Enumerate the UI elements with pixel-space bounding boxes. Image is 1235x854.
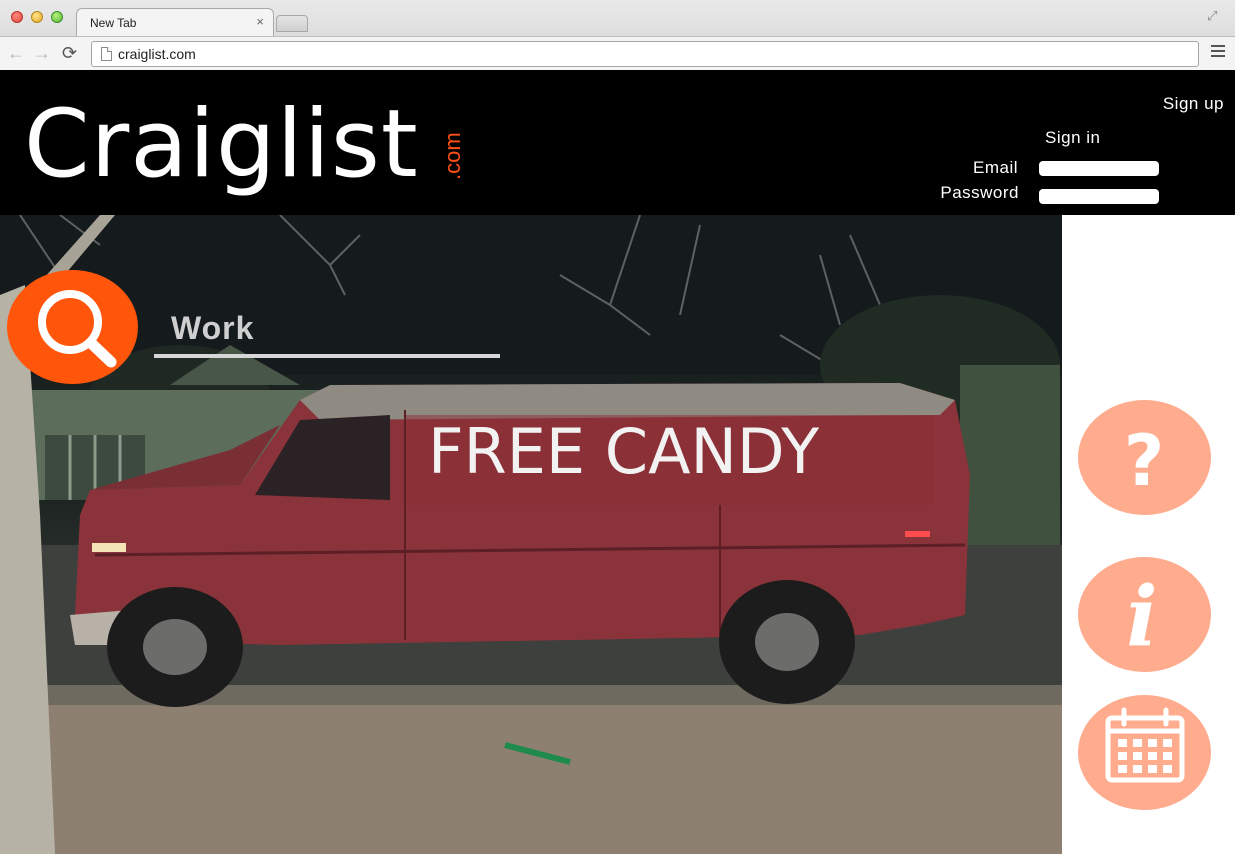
zoom-window-button[interactable]	[51, 11, 63, 23]
menu-icon[interactable]	[1211, 45, 1225, 57]
fullscreen-icon[interactable]: ⤢	[1207, 8, 1223, 24]
forward-icon[interactable]: →	[33, 42, 51, 64]
help-button[interactable]: ?	[1078, 400, 1211, 515]
info-glyph: i	[1126, 569, 1157, 665]
minimize-window-button[interactable]	[31, 11, 43, 23]
info-icon: i	[1126, 569, 1157, 665]
search-query[interactable]: Work	[171, 310, 254, 347]
site-header: Craiglist .com Sign up Sign in Email Pas…	[0, 70, 1235, 215]
calendar-icon	[1105, 707, 1185, 783]
tab-title: New Tab	[90, 16, 137, 30]
help-icon: ?	[1124, 420, 1165, 502]
sign-up-link[interactable]: Sign up	[1163, 94, 1224, 114]
site-logo[interactable]: Craiglist	[24, 98, 419, 192]
info-button[interactable]: i	[1078, 557, 1211, 672]
tab-close-icon[interactable]: ×	[256, 14, 264, 29]
email-label: Email	[972, 158, 1018, 177]
url-text[interactable]: craiglist.com	[118, 46, 196, 62]
browser-tab[interactable]: New Tab ×	[76, 8, 274, 36]
address-bar[interactable]: craiglist.com	[91, 41, 1199, 67]
browser-toolbar: ← → ⟳ craiglist.com	[0, 36, 1235, 70]
search-input[interactable]: Work	[154, 300, 500, 358]
back-icon[interactable]: ←	[7, 42, 25, 64]
email-field[interactable]	[1039, 161, 1159, 176]
search-icon	[38, 290, 117, 368]
logo-suffix: .com	[440, 132, 465, 180]
sign-in-heading[interactable]: Sign in	[1045, 128, 1100, 148]
page-icon	[101, 47, 112, 61]
password-label: Password	[940, 183, 1019, 202]
new-tab-button[interactable]	[276, 15, 308, 32]
browser-chrome: New Tab × ⤢ ← → ⟳ craiglist.com	[0, 0, 1235, 70]
van-painted-text: FREE CANDY	[428, 415, 819, 488]
reload-icon[interactable]: ⟳	[62, 42, 77, 64]
calendar-button[interactable]	[1078, 695, 1211, 810]
help-glyph: ?	[1124, 420, 1165, 502]
search-button[interactable]	[7, 270, 138, 384]
close-window-button[interactable]	[11, 11, 23, 23]
password-field[interactable]	[1039, 189, 1159, 204]
